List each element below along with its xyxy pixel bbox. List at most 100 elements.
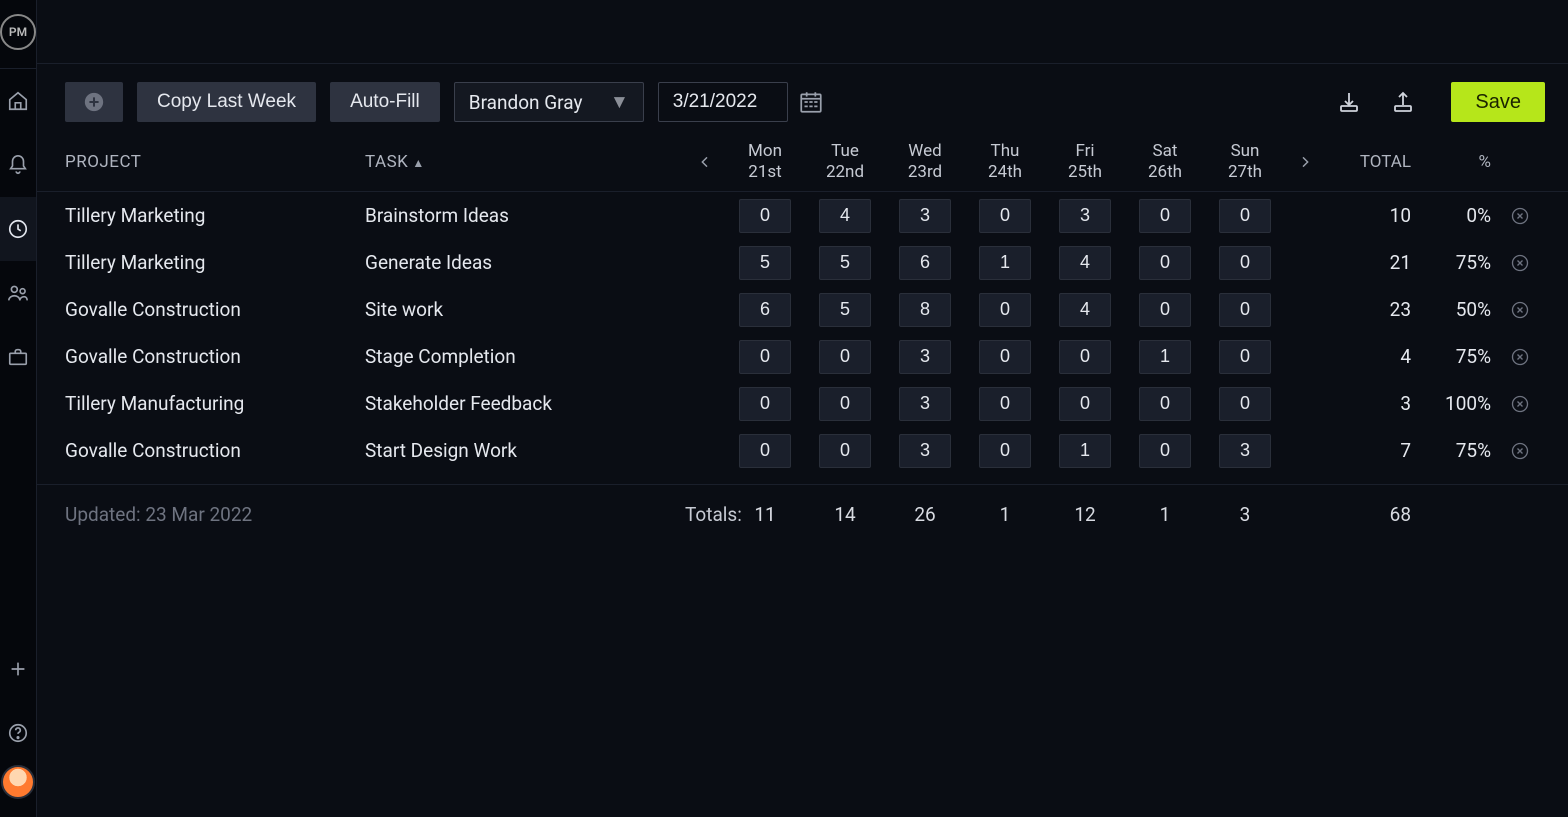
col-total[interactable]: TOTAL (1325, 152, 1415, 172)
app-logo: PM (0, 14, 36, 50)
hours-input[interactable] (1219, 387, 1271, 421)
nav-home[interactable] (0, 69, 36, 133)
hours-input[interactable] (979, 387, 1031, 421)
prev-week-button[interactable] (685, 154, 725, 170)
hours-input[interactable] (739, 246, 791, 280)
hours-input[interactable] (739, 199, 791, 233)
cell-task: Stakeholder Feedback (365, 392, 685, 415)
hours-input[interactable] (1059, 246, 1111, 280)
day-total: 1 (1125, 503, 1205, 526)
hours-input[interactable] (979, 199, 1031, 233)
hours-input[interactable] (1219, 199, 1271, 233)
hours-input[interactable] (739, 434, 791, 468)
cell-task: Site work (365, 298, 685, 321)
hours-input[interactable] (819, 340, 871, 374)
hours-input[interactable] (979, 434, 1031, 468)
day-total: 11 (725, 503, 805, 526)
user-avatar[interactable] (1, 765, 35, 799)
delete-row-button[interactable] (1495, 300, 1545, 320)
hours-input[interactable] (899, 199, 951, 233)
save-button[interactable]: Save (1451, 82, 1545, 122)
next-week-button[interactable] (1285, 154, 1325, 170)
cell-total: 23 (1325, 298, 1415, 321)
user-select-value: Brandon Gray (469, 91, 583, 114)
delete-row-button[interactable] (1495, 206, 1545, 226)
nav-timesheet[interactable] (0, 197, 36, 261)
date-input[interactable] (658, 82, 788, 122)
close-circle-icon (1510, 347, 1530, 367)
day-total: 3 (1205, 503, 1285, 526)
user-select[interactable]: Brandon Gray ▼ (454, 82, 644, 122)
help-icon (7, 722, 29, 744)
nav-help[interactable] (0, 701, 36, 765)
cell-project: Govalle Construction (65, 439, 365, 462)
hours-input[interactable] (1059, 434, 1111, 468)
delete-row-button[interactable] (1495, 347, 1545, 367)
hours-input[interactable] (1139, 199, 1191, 233)
hours-input[interactable] (1059, 340, 1111, 374)
hours-input[interactable] (1059, 293, 1111, 327)
hours-input[interactable] (1219, 434, 1271, 468)
nav-notifications[interactable] (0, 133, 36, 197)
cell-task: Start Design Work (365, 439, 685, 462)
nav-add[interactable] (0, 637, 36, 701)
people-icon (7, 282, 29, 304)
auto-fill-button[interactable]: Auto-Fill (330, 82, 440, 122)
cell-project: Tillery Marketing (65, 204, 365, 227)
hours-input[interactable] (1219, 340, 1271, 374)
hours-input[interactable] (739, 387, 791, 421)
hours-input[interactable] (899, 434, 951, 468)
hours-input[interactable] (1059, 387, 1111, 421)
day-head: Wed23rd (885, 141, 965, 182)
export-button[interactable] (1389, 88, 1417, 116)
hours-input[interactable] (899, 340, 951, 374)
hours-input[interactable] (979, 293, 1031, 327)
timesheet-row: Tillery MarketingBrainstorm Ideas100% (37, 192, 1568, 239)
add-row-button[interactable] (65, 82, 123, 122)
calendar-button[interactable] (796, 87, 826, 117)
grid-header: PROJECT TASK▲ Mon21st Tue22nd Wed23rd Th… (37, 132, 1568, 192)
hours-input[interactable] (1219, 293, 1271, 327)
hours-input[interactable] (739, 293, 791, 327)
updated-label: Updated: 23 Mar 2022 (65, 503, 365, 526)
col-task[interactable]: TASK▲ (365, 152, 685, 172)
nav-portfolio[interactable] (0, 325, 36, 389)
hours-input[interactable] (899, 293, 951, 327)
topbar (37, 0, 1568, 64)
hours-input[interactable] (1219, 246, 1271, 280)
hours-input[interactable] (819, 246, 871, 280)
day-head: Sat26th (1125, 141, 1205, 182)
hours-input[interactable] (1139, 434, 1191, 468)
hours-input[interactable] (739, 340, 791, 374)
hours-input[interactable] (979, 246, 1031, 280)
cell-total: 10 (1325, 204, 1415, 227)
hours-input[interactable] (899, 246, 951, 280)
cell-total: 21 (1325, 251, 1415, 274)
hours-input[interactable] (819, 293, 871, 327)
col-percent[interactable]: % (1415, 152, 1495, 172)
grand-total: 68 (1325, 503, 1415, 526)
hours-input[interactable] (819, 434, 871, 468)
hours-input[interactable] (819, 199, 871, 233)
timesheet-row: Govalle ConstructionStage Completion475% (37, 333, 1568, 380)
timesheet-row: Tillery ManufacturingStakeholder Feedbac… (37, 380, 1568, 427)
cell-task: Generate Ideas (365, 251, 685, 274)
copy-last-week-button[interactable]: Copy Last Week (137, 82, 316, 122)
import-button[interactable] (1335, 88, 1363, 116)
clock-icon (7, 218, 29, 240)
delete-row-button[interactable] (1495, 441, 1545, 461)
col-project[interactable]: PROJECT (65, 152, 365, 172)
hours-input[interactable] (1139, 387, 1191, 421)
hours-input[interactable] (1059, 199, 1111, 233)
hours-input[interactable] (979, 340, 1031, 374)
hours-input[interactable] (819, 387, 871, 421)
delete-row-button[interactable] (1495, 253, 1545, 273)
briefcase-icon (7, 346, 29, 368)
hours-input[interactable] (1139, 340, 1191, 374)
nav-team[interactable] (0, 261, 36, 325)
hours-input[interactable] (1139, 293, 1191, 327)
hours-input[interactable] (1139, 246, 1191, 280)
hours-input[interactable] (899, 387, 951, 421)
cell-percent: 75% (1415, 345, 1495, 368)
delete-row-button[interactable] (1495, 394, 1545, 414)
